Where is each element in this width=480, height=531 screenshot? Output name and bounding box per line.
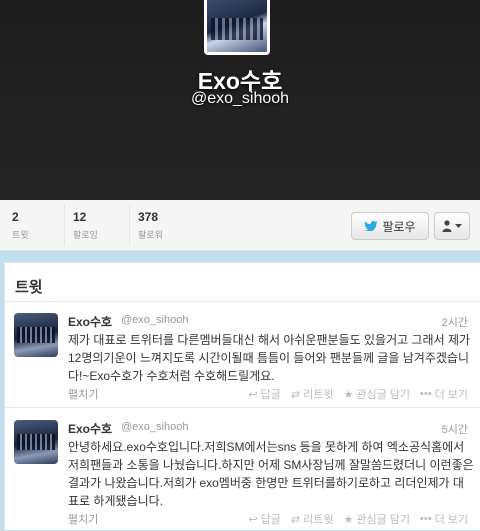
stat-tweets[interactable]: 2 트윗 xyxy=(12,210,29,241)
profile-avatar[interactable] xyxy=(204,0,270,55)
more-icon: ••• xyxy=(420,388,432,400)
stat-following[interactable]: 12 팔로잉 xyxy=(64,204,98,246)
tweet-avatar[interactable] xyxy=(14,313,58,357)
more-label: 더 보기 xyxy=(434,389,468,401)
stat-followers[interactable]: 378 팔로워 xyxy=(129,204,163,246)
more-action[interactable]: ••• 더 보기 xyxy=(420,511,468,527)
reply-action[interactable]: ↩ 답글 xyxy=(248,386,280,402)
tweet-timestamp[interactable]: 2시간 xyxy=(442,314,468,330)
user-actions-dropdown-button[interactable] xyxy=(434,212,470,240)
tweets-panel-title: 트윗 xyxy=(15,279,43,296)
stat-following-count: 12 xyxy=(73,210,87,224)
follow-button-label: 팔로우 xyxy=(382,219,416,234)
bird-icon xyxy=(364,221,378,231)
profile-header: Exo수호 @exo_sihooh xyxy=(0,0,480,200)
tweet-author-name[interactable]: Exo수호 xyxy=(68,420,112,437)
retweet-action[interactable]: ⇄ 리트윗 xyxy=(291,386,334,402)
retweet-icon: ⇄ xyxy=(290,513,301,526)
favorite-label: 관심글 담기 xyxy=(356,389,411,401)
retweet-action[interactable]: ⇄ 리트윗 xyxy=(291,511,334,527)
tweets-panel: 트윗 Exo수호 @exo_sihooh 2시간 제가 대표로 트위터를 다른멤… xyxy=(4,262,480,530)
more-label: 더 보기 xyxy=(434,514,468,526)
stat-followers-count: 378 xyxy=(138,210,159,224)
more-icon: ••• xyxy=(420,513,432,525)
favorite-action[interactable]: ★ 관심글 담기 xyxy=(343,386,410,402)
tweet-avatar[interactable] xyxy=(14,420,58,464)
tweet-author-handle[interactable]: @exo_sihooh xyxy=(121,421,188,433)
tweet-timestamp[interactable]: 5시간 xyxy=(442,421,468,437)
favorite-action[interactable]: ★ 관심글 담기 xyxy=(343,511,410,527)
profile-screen-name: @exo_sihooh xyxy=(190,90,290,107)
more-action[interactable]: ••• 더 보기 xyxy=(420,386,468,402)
retweet-label: 리트윗 xyxy=(303,389,334,401)
star-icon: ★ xyxy=(343,388,354,401)
retweet-icon: ⇄ xyxy=(290,388,301,401)
tweet-author-name[interactable]: Exo수호 xyxy=(68,313,112,330)
stat-followers-label: 팔로워 xyxy=(138,230,163,240)
tweet-item[interactable]: Exo수호 @exo_sihooh 2시간 제가 대표로 트위터를 다른멤버들대… xyxy=(5,301,480,407)
tweet-item[interactable]: Exo수호 @exo_sihooh 5시간 안녕하세요.exo수호입니다.저희S… xyxy=(5,408,480,531)
stat-tweets-label: 트윗 xyxy=(12,230,29,240)
tweet-actions: ↩ 답글 ⇄ 리트윗 ★ 관심글 담기 ••• 더 보기 xyxy=(248,511,468,527)
tweet-text: 제가 대표로 트위터를 다른멤버들대신 해서 아쉬운팬분들도 있을거고 그래서 … xyxy=(68,333,471,383)
stat-following-label: 팔로잉 xyxy=(73,230,98,240)
favorite-label: 관심글 담기 xyxy=(356,514,411,526)
tweet-text: 안녕하세요.exo수호입니다.저희SM에서는sns 등을 못하게 하여 엑소공식… xyxy=(68,440,474,508)
reply-label: 답글 xyxy=(260,389,281,401)
retweet-label: 리트윗 xyxy=(303,514,334,526)
reply-action[interactable]: ↩ 답글 xyxy=(248,511,280,527)
stat-tweets-count: 2 xyxy=(12,210,19,224)
tweet-actions: ↩ 답글 ⇄ 리트윗 ★ 관심글 담기 ••• 더 보기 xyxy=(248,386,468,402)
tweet-author-handle[interactable]: @exo_sihooh xyxy=(121,314,188,326)
star-icon: ★ xyxy=(343,513,354,526)
tweet-expand-link[interactable]: 펼치기 xyxy=(68,386,98,402)
reply-label: 답글 xyxy=(260,514,281,526)
tweet-expand-link[interactable]: 펼치기 xyxy=(68,511,98,527)
person-icon xyxy=(442,220,452,232)
reply-icon: ↩ xyxy=(248,513,258,526)
follow-button[interactable]: 팔로우 xyxy=(351,212,429,240)
caret-down-icon xyxy=(455,224,462,228)
reply-icon: ↩ xyxy=(248,388,258,401)
